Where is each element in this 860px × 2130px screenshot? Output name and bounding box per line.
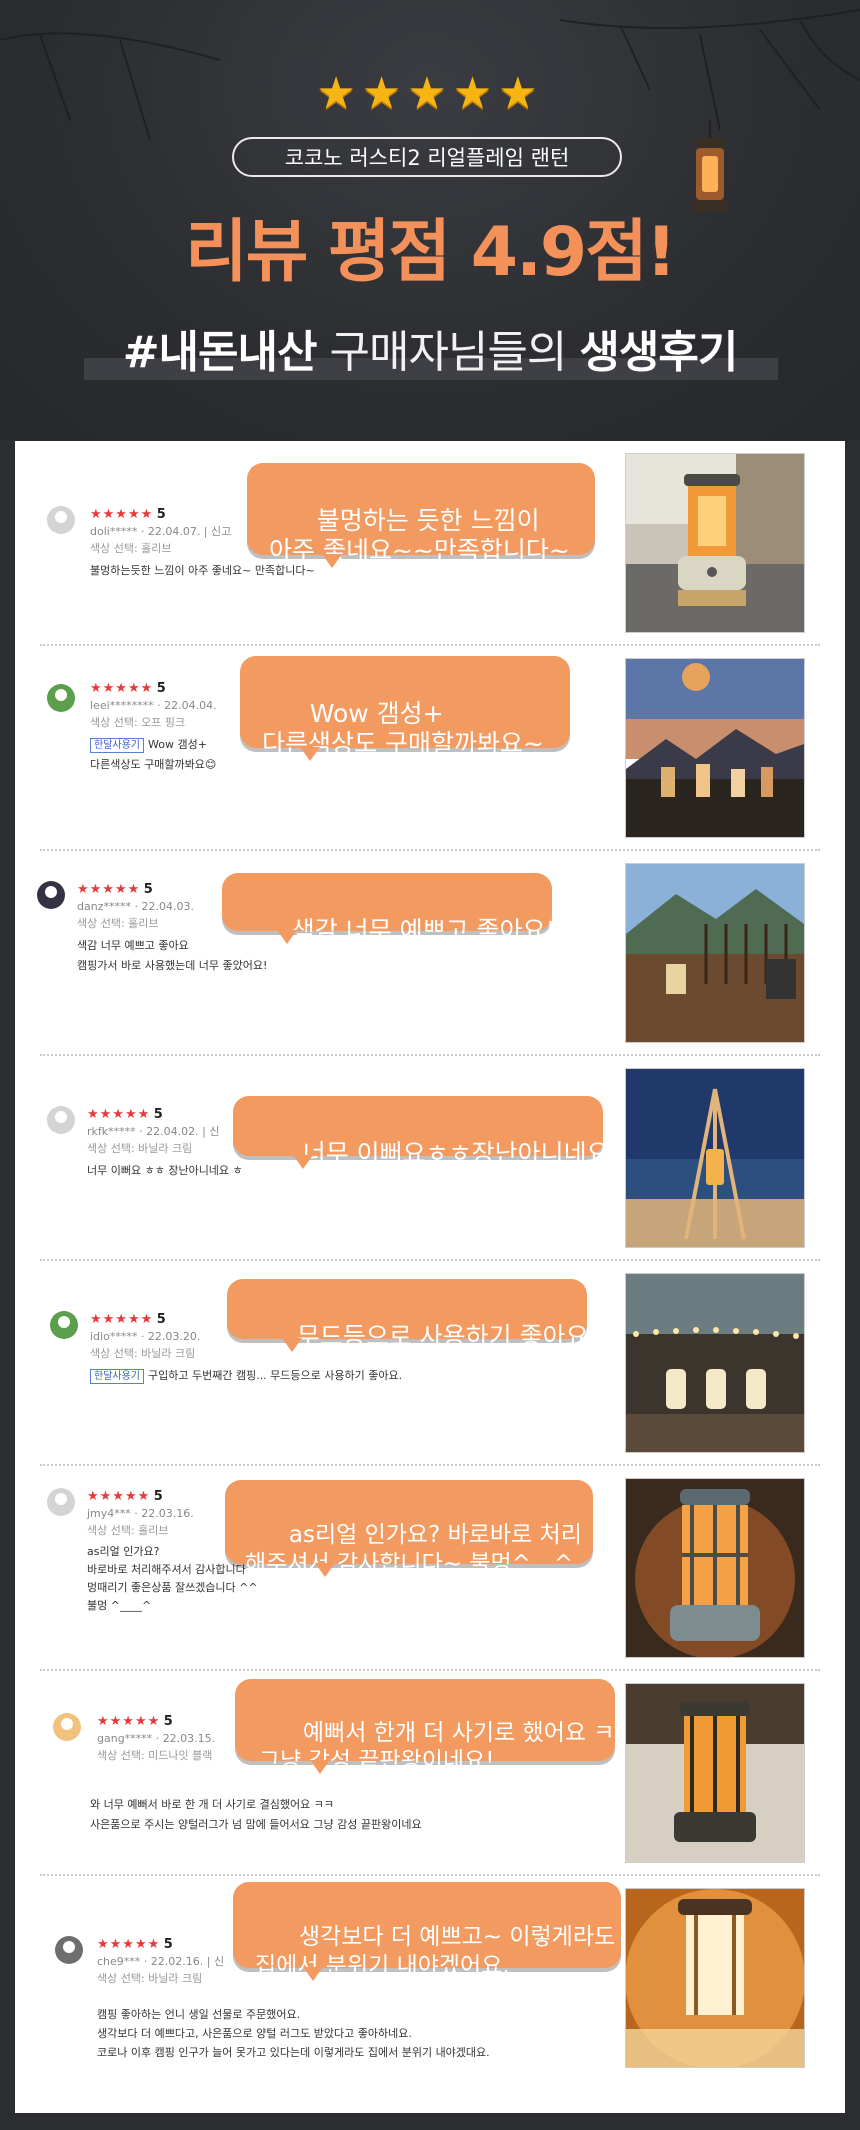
review-photo[interactable] xyxy=(625,863,805,1043)
avatar xyxy=(53,1713,81,1741)
review-score: 5 xyxy=(153,1489,163,1504)
speech-bubble: 불멍하는 듯한 느낌이 아주 좋네요~~만족합니다~ xyxy=(247,463,595,568)
review-stars: ★★★★★ xyxy=(90,507,154,522)
review-body: 캠핑 좋아하는 언니 생일 선물로 주문했어요. 생각보다 더 예쁘다고, 사은품… xyxy=(97,2008,490,2059)
review-stars: ★★★★★ xyxy=(97,1714,161,1729)
review-item: ★★★★★ 5 jmy4*** · 22.03.16. 색상 선택: 홀리브 a… xyxy=(15,1466,845,1671)
sunset-photo xyxy=(626,659,804,837)
review-photo[interactable] xyxy=(625,1888,805,2068)
review-date: 22.02.16. xyxy=(150,1955,204,1968)
review-score: 5 xyxy=(143,882,153,897)
hero-banner: ★★★★★ 코코노 러스티2 리얼플레임 랜턴 리뷰 평점 4.9점! #내돈내… xyxy=(0,0,860,440)
review-score: 5 xyxy=(156,681,166,696)
deck-photo xyxy=(626,864,804,1042)
review-date: 22.03.20. xyxy=(147,1330,201,1343)
report-link[interactable]: 신 xyxy=(209,1125,219,1138)
camp-photo xyxy=(626,1274,804,1452)
review-stars: ★★★★★ xyxy=(87,1107,151,1122)
bubble-text: 너무 이뻐요ㅎㅎ장난아니네요ㅎ xyxy=(302,1139,633,1168)
subline-hashtag: #내돈내산 xyxy=(122,327,318,378)
review-date: 22.03.15. xyxy=(162,1732,216,1745)
review-stars: ★★★★★ xyxy=(90,1312,154,1327)
speech-bubble: 너무 이뻐요ㅎㅎ장난아니네요ㅎ xyxy=(233,1096,633,1169)
speech-bubble: 무드등으로 사용하기 좋아요! xyxy=(227,1279,599,1352)
review-item: ★★★★★ 5 rkfk***** · 22.04.02. | 신 색상 선택:… xyxy=(15,1056,845,1261)
subline-middle: 구매자님들의 xyxy=(329,327,567,378)
review-stars: ★★★★★ xyxy=(97,1937,161,1952)
review-score: 5 xyxy=(156,507,166,522)
review-photo[interactable] xyxy=(625,1478,805,1658)
month-review-tag: 한달사용기 xyxy=(90,738,144,753)
avatar xyxy=(55,1936,83,1964)
rating-headline: 리뷰 평점 4.9점! xyxy=(185,213,677,292)
review-user: leei******** xyxy=(90,699,154,712)
review-photo[interactable] xyxy=(625,658,805,838)
lantern-photo xyxy=(626,454,804,632)
review-item: ★★★★★ 5 idio***** · 22.03.20. 색상 선택: 바닐라… xyxy=(15,1261,845,1466)
beach-photo xyxy=(626,1069,804,1247)
review-user: gang***** xyxy=(97,1732,153,1745)
speech-bubble: 생각보다 더 예쁘고~ 이렇게라도 집에서 분위기 내야겠어요. xyxy=(233,1882,621,1981)
speech-bubble: 색감 너무 예쁘고 좋아요! xyxy=(222,873,556,945)
review-user: idio***** xyxy=(90,1330,138,1343)
review-user: jmy4*** xyxy=(87,1507,131,1520)
report-link[interactable]: 신 xyxy=(214,1955,224,1968)
avatar xyxy=(47,506,75,534)
bubble-text: 무드등으로 사용하기 좋아요! xyxy=(296,1322,599,1351)
review-card: ★★★★★ 5 doli***** · 22.04.07. | 신고 색상 선택… xyxy=(15,441,845,2113)
review-stars: ★★★★★ xyxy=(87,1489,151,1504)
review-user: doli***** xyxy=(90,525,138,538)
review-item: ★★★★★ 5 leei******** · 22.04.04. 색상 선택: … xyxy=(15,646,845,851)
month-review-tag: 한달사용기 xyxy=(90,1369,144,1384)
subline-end: 생생후기 xyxy=(579,327,738,378)
avatar xyxy=(47,684,75,712)
review-user: rkfk***** xyxy=(87,1125,136,1138)
review-score: 5 xyxy=(163,1714,173,1729)
glow-photo xyxy=(626,1889,804,2067)
review-user: danz***** xyxy=(77,900,131,913)
review-item: ★★★★★ 5 doli***** · 22.04.07. | 신고 색상 선택… xyxy=(15,441,845,646)
avatar xyxy=(37,881,65,909)
review-score: 5 xyxy=(156,1312,166,1327)
review-item: ★★★★★ 5 che9*** · 22.02.16. | 신 색상 선택: 바… xyxy=(15,1876,845,2113)
review-stars: ★★★★★ xyxy=(90,681,154,696)
speech-bubble: 예뻐서 한개 더 사기로 했어요 ㅋ 그냥 감성 끝판왕이네요! xyxy=(235,1679,615,1774)
rating-stars: ★★★★★ xyxy=(316,68,544,119)
avatar xyxy=(50,1311,78,1339)
review-date: 22.03.16. xyxy=(141,1507,194,1520)
review-photo[interactable] xyxy=(625,1683,805,1863)
bubble-text: 색감 너무 예쁘고 좋아요! xyxy=(291,916,556,945)
review-item: ★★★★★ 5 gang***** · 22.03.15. 색상 선택: 미드나… xyxy=(15,1671,845,1876)
bubble-text: 불멍하는 듯한 느낌이 아주 좋네요~~만족합니다~ xyxy=(269,506,570,565)
review-score: 5 xyxy=(163,1937,173,1952)
review-item: ★★★★★ 5 danz***** · 22.04.03. 색상 선택: 홀리브… xyxy=(15,851,845,1056)
avatar xyxy=(47,1106,75,1134)
subheadline: #내돈내산 구매자님들의 생생후기 xyxy=(0,316,860,380)
review-date: 22.04.02. xyxy=(146,1125,199,1138)
speech-bubble: as리얼 인가요? 바로바로 처리 해주셔서 감사합니다~ 불멍^__^ xyxy=(225,1480,593,1577)
review-stars: ★★★★★ xyxy=(77,882,141,897)
speech-bubble: Wow 갬성+ 다른색상도 구매할까봐요~ xyxy=(240,656,570,761)
review-date: 22.04.07. xyxy=(147,525,201,538)
review-date: 22.04.04. xyxy=(164,699,217,712)
fur-rug-photo xyxy=(626,1684,804,1862)
lantern-closeup-photo xyxy=(626,1479,804,1657)
review-photo[interactable] xyxy=(625,1068,805,1248)
review-photo[interactable] xyxy=(625,453,805,633)
review-date: 22.04.03. xyxy=(141,900,194,913)
review-score: 5 xyxy=(153,1107,163,1122)
avatar xyxy=(47,1488,75,1516)
review-user: che9*** xyxy=(97,1955,141,1968)
bubble-text: as리얼 인가요? 바로바로 처리 해주셔서 감사합니다~ 불멍^__^ xyxy=(245,1522,582,1577)
review-photo[interactable] xyxy=(625,1273,805,1453)
product-name-pill: 코코노 러스티2 리얼플레임 랜턴 xyxy=(232,137,622,177)
report-link[interactable]: 신고 xyxy=(211,525,231,538)
